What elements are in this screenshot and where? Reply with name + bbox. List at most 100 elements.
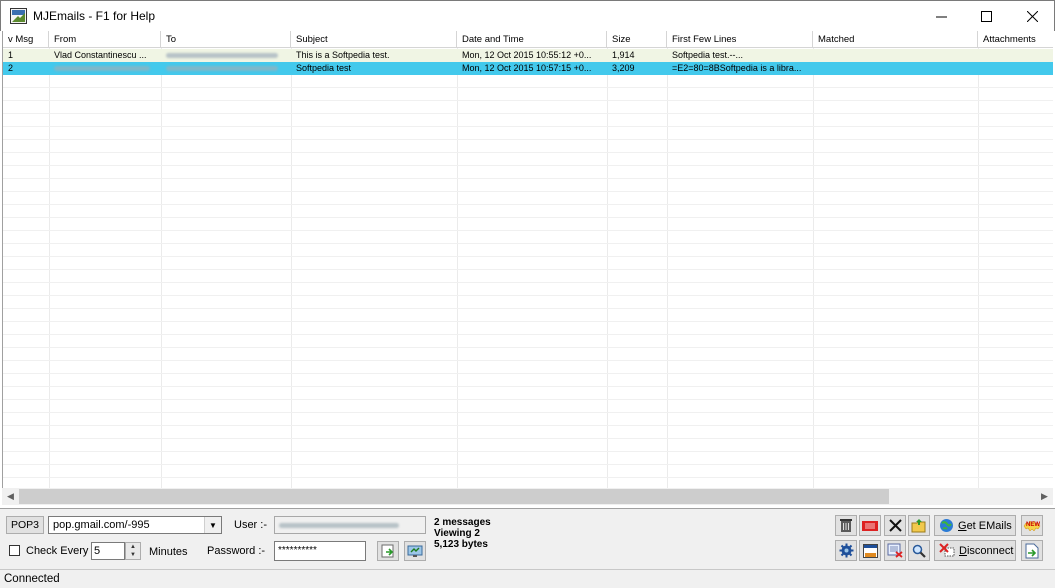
column-header-attachments[interactable]: Attachments [978,31,1053,48]
gear-icon [839,543,853,558]
cell-from-redacted [49,62,161,75]
disconnect-icon [939,543,955,557]
grid-column-line [607,48,608,488]
cell-to-redacted [161,49,291,62]
server-select[interactable]: pop.gmail.com/-995 ▼ [48,516,222,534]
grid-row-line [3,217,1053,218]
grid-column-line [161,48,162,488]
cell-msg: 2 [8,63,14,73]
search-button[interactable] [908,540,930,561]
disconnect-button[interactable]: Disconnect [934,540,1016,561]
new-messages-button[interactable]: NEW [1021,515,1043,536]
column-header-date[interactable]: Date and Time [457,31,607,48]
grid-row-line [3,204,1053,205]
grid-row-line [3,386,1053,387]
scroll-left-icon[interactable]: ◀ [2,488,19,505]
column-header-from[interactable]: From [49,31,161,48]
preview-button[interactable] [859,540,881,561]
spin-up-icon[interactable]: ▲ [126,543,140,551]
cell-size: 3,209 [612,63,635,73]
window-title: MJEmails - F1 for Help [33,9,156,23]
grid-row-line [3,165,1053,166]
table-row[interactable]: 1 Vlad Constantinescu ... This is a Soft… [3,49,1053,62]
scrollbar-thumb[interactable] [19,489,889,504]
cell-first-lines: =E2=80=8BSoftpedia is a libra... [672,63,802,73]
close-icon [1026,10,1038,22]
search-icon [912,544,926,558]
grid-column-line [49,48,50,488]
grid-column-line [291,48,292,488]
globe-icon [940,519,953,532]
cell-from: Vlad Constantinescu ... [54,50,147,60]
grid-row-line [3,477,1053,478]
column-header-matched[interactable]: Matched [813,31,978,48]
export-page-icon [1025,543,1039,558]
grid-row-line [3,438,1053,439]
grid-row-line [3,399,1053,400]
cell-size: 1,914 [612,50,635,60]
delete-server-icon [862,520,878,531]
horizontal-scrollbar[interactable]: ◀ ▶ [2,488,1053,505]
window-icon [862,543,878,558]
grid-row-line [3,282,1053,283]
column-header-size[interactable]: Size [607,31,667,48]
minimize-button[interactable] [918,1,964,31]
grid-row-line [3,256,1053,257]
column-header-subject[interactable]: Subject [291,31,457,48]
email-list[interactable]: v Msg From To Subject Date and Time Size… [2,31,1053,488]
chevron-down-icon[interactable]: ▼ [204,517,221,533]
open-folder-button[interactable] [908,515,930,536]
maximize-button[interactable] [963,1,1009,31]
column-header-first-lines[interactable]: First Few Lines [667,31,813,48]
password-label: Password :- [207,545,266,557]
spin-down-icon[interactable]: ▼ [126,551,140,559]
user-input[interactable] [274,516,426,534]
grid-row-line [3,347,1053,348]
delete-from-server-button[interactable] [859,515,881,536]
app-icon [10,8,27,24]
scroll-right-icon[interactable]: ▶ [1036,488,1053,505]
grid-row-line [3,412,1053,413]
grid-row-line [3,191,1053,192]
load-settings-button[interactable] [377,541,399,561]
grid-row-line [3,100,1053,101]
control-panel: POP3 pop.gmail.com/-995 ▼ User :- Check … [0,508,1055,569]
close-button[interactable] [1009,1,1055,31]
grid-row-line [3,113,1053,114]
grid-row-line [3,464,1053,465]
cell-subject: Softpedia test [296,63,352,73]
export-button[interactable] [1021,540,1043,561]
check-every-stepper[interactable]: ▲ ▼ [125,542,141,560]
delete-button[interactable] [835,515,857,536]
grid-row-line [3,230,1053,231]
grid-row-line [3,139,1053,140]
connection-status: Connected [4,573,60,585]
column-header-msg[interactable]: v Msg [3,31,49,48]
password-input[interactable]: ********** [274,541,366,561]
save-settings-button[interactable] [404,541,426,561]
grid-row-line [3,425,1053,426]
grid-row-line [3,451,1053,452]
cell-first-lines: Softpedia test.--... [672,50,744,60]
grid-row-line [3,360,1053,361]
check-every-checkbox[interactable] [9,545,20,556]
column-header-to[interactable]: To [161,31,291,48]
status-viewing: Viewing 2 [434,528,480,539]
block-sender-button[interactable] [884,540,906,561]
protocol-button[interactable]: POP3 [6,516,44,534]
grid-row-line [3,243,1053,244]
grid-column-line [667,48,668,488]
grid-row-line [3,152,1053,153]
status-bar: Connected [0,569,1055,588]
cancel-button[interactable] [884,515,906,536]
settings-button[interactable] [835,540,857,561]
grid-row-line [3,308,1053,309]
grid-row-line [3,373,1053,374]
table-row-selected[interactable]: 2 Softpedia test Mon, 12 Oct 2015 10:57:… [3,62,1053,75]
grid-row-line [3,178,1053,179]
list-header: v Msg From To Subject Date and Time Size… [3,31,1053,48]
folder-icon [911,519,926,533]
check-every-input[interactable]: 5 [91,542,125,560]
get-emails-button[interactable]: Get EMails [934,515,1016,536]
cell-date: Mon, 12 Oct 2015 10:55:12 +0... [462,50,592,60]
